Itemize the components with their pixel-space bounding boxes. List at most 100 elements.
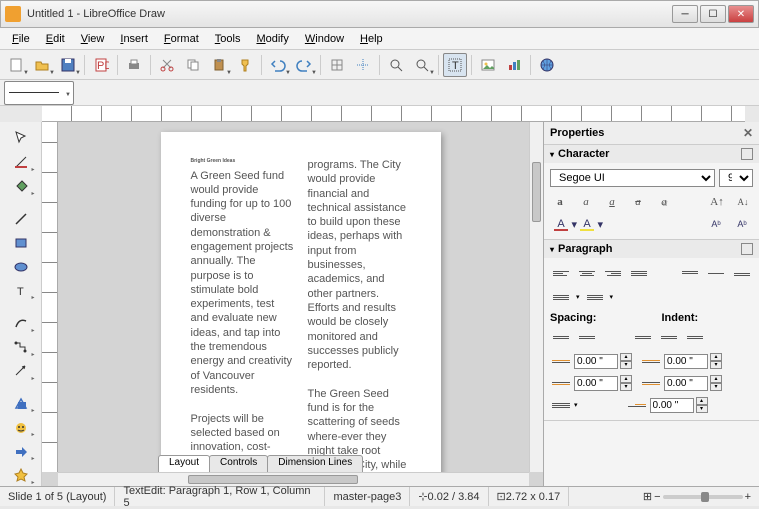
align-right-button[interactable] [602,264,624,282]
menu-help[interactable]: Help [352,31,391,47]
paragraph-header[interactable]: Paragraph [544,240,759,258]
vertical-ruler[interactable] [42,122,58,472]
connector-tool[interactable]: ▸ [9,337,33,358]
curve-tool[interactable]: ▸ [9,313,33,334]
spin-down[interactable]: ▾ [620,383,632,391]
horizontal-scrollbar[interactable] [58,472,529,486]
vertical-scrollbar[interactable] [529,122,543,472]
italic-button[interactable]: a [576,193,596,211]
menu-edit[interactable]: Edit [38,31,73,47]
menu-tools[interactable]: Tools [207,31,249,47]
line-tool[interactable] [9,208,33,229]
new-button[interactable]: ▼ [4,53,28,77]
vert-top-button[interactable] [679,264,701,282]
print-button[interactable] [122,53,146,77]
insert-image-button[interactable] [476,53,500,77]
indent-before-input[interactable] [664,354,708,369]
tab-dimension-lines[interactable]: Dimension Lines [267,455,363,472]
scroll-thumb[interactable] [532,162,541,222]
zoom-slider[interactable] [663,495,743,499]
menu-modify[interactable]: Modify [248,31,296,47]
stars-tool[interactable]: ▸ [9,465,33,486]
line-color-tool[interactable]: ▸ [9,152,33,173]
space-above-input[interactable] [574,354,618,369]
numbering-button[interactable] [584,288,606,306]
symbol-shapes-tool[interactable]: ▸ [9,417,33,438]
select-tool[interactable] [9,128,33,149]
menu-window[interactable]: Window [297,31,352,47]
bold-button[interactable]: a [550,193,570,211]
spin-down[interactable]: ▾ [620,361,632,369]
open-button[interactable]: ▼ [30,53,54,77]
drawing-canvas[interactable]: Bright Green Ideas A Green Seed fund wou… [58,122,543,472]
align-justify-button[interactable] [628,264,650,282]
paste-button[interactable]: ▼ [207,53,231,77]
highlight-color-button[interactable]: A▾ [576,215,598,233]
spin-up[interactable]: ▴ [620,353,632,361]
decrease-size-button[interactable]: A↓ [733,193,753,211]
align-left-button[interactable] [550,264,572,282]
spin-down[interactable]: ▾ [710,383,722,391]
text-tool-button[interactable]: T [443,53,467,77]
bullets-button[interactable] [550,288,572,306]
minimize-button[interactable]: ─ [672,5,698,23]
shadow-button[interactable]: a [654,193,674,211]
hyperlink-button[interactable] [535,53,559,77]
export-pdf-button[interactable]: PDF [89,53,113,77]
helplines-button[interactable] [351,53,375,77]
fill-color-tool[interactable]: ▸ [9,176,33,197]
increase-spacing-button[interactable] [550,328,572,346]
decrease-spacing-button[interactable] [576,328,598,346]
zoom-in-button[interactable]: + [745,491,751,503]
space-below-input[interactable] [574,376,618,391]
font-size-select[interactable]: 9 [719,169,753,187]
vert-middle-button[interactable] [705,264,727,282]
zoom-knob[interactable] [701,492,709,502]
first-line-indent-input[interactable] [650,398,694,413]
menu-view[interactable]: View [73,31,113,47]
menu-file[interactable]: File [4,31,38,47]
lines-arrows-tool[interactable]: ▸ [9,361,33,382]
more-options-icon[interactable] [741,243,753,255]
vert-bottom-button[interactable] [731,264,753,282]
block-arrows-tool[interactable]: ▸ [9,441,33,462]
menu-format[interactable]: Format [156,31,207,47]
basic-shapes-tool[interactable]: ▸ [9,393,33,414]
ellipse-tool[interactable] [9,256,33,277]
line-spacing-button[interactable] [550,396,572,414]
spin-up[interactable]: ▴ [710,375,722,383]
save-button[interactable]: ▼ [56,53,80,77]
close-button[interactable]: ✕ [728,5,754,23]
increase-indent-button[interactable] [632,328,654,346]
undo-button[interactable]: ▼ [266,53,290,77]
character-header[interactable]: Character [544,145,759,163]
insert-chart-button[interactable] [502,53,526,77]
horizontal-ruler[interactable] [42,106,745,122]
align-center-button[interactable] [576,264,598,282]
grid-button[interactable] [325,53,349,77]
zoom-out-button[interactable]: − [654,491,660,503]
spin-up[interactable]: ▴ [696,397,708,405]
spin-up[interactable]: ▴ [620,375,632,383]
zoom-page-button[interactable]: ▼ [410,53,434,77]
superscript-button[interactable]: Ab [705,215,727,233]
text-tool[interactable]: T▸ [9,280,33,301]
maximize-button[interactable]: ☐ [700,5,726,23]
strikethrough-button[interactable]: a [628,193,648,211]
rectangle-tool[interactable] [9,232,33,253]
scroll-thumb[interactable] [188,475,358,484]
line-style-dropdown[interactable]: ▼ [4,81,74,105]
spin-up[interactable]: ▴ [710,353,722,361]
font-name-select[interactable]: Segoe UI [550,169,715,187]
zoom-button[interactable] [384,53,408,77]
more-options-icon[interactable] [741,148,753,160]
zoom-fit-icon[interactable]: ⊞ [643,490,652,503]
close-panel-icon[interactable]: ✕ [743,126,753,140]
subscript-button[interactable]: Ab [731,215,753,233]
font-color-button[interactable]: A▾ [550,215,572,233]
hanging-indent-button[interactable] [684,328,706,346]
redo-button[interactable]: ▼ [292,53,316,77]
cut-button[interactable] [155,53,179,77]
underline-button[interactable]: a [602,193,622,211]
spin-down[interactable]: ▾ [710,361,722,369]
